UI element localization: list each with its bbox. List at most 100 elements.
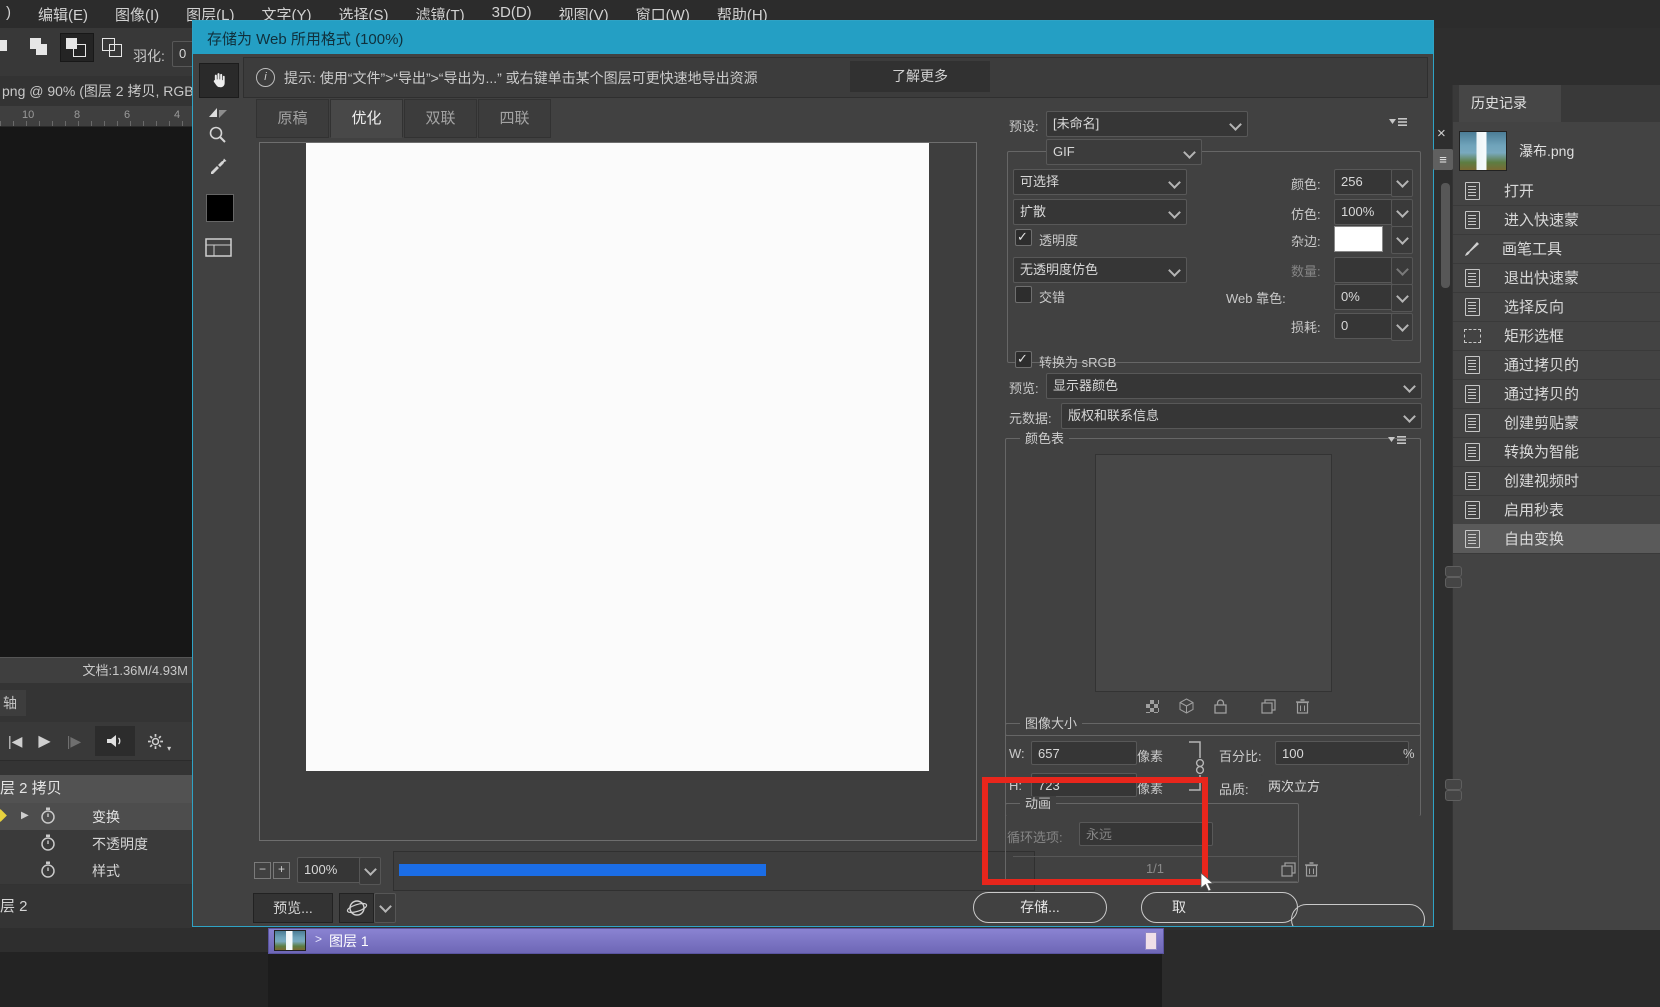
transparency-checkbox[interactable] [1015, 229, 1032, 246]
history-item[interactable]: 创建视频时 [1453, 466, 1660, 496]
quality-dropdown[interactable]: 两次立方 [1261, 774, 1399, 798]
speaker-icon[interactable] [95, 726, 135, 756]
prev-frame-icon[interactable]: |◀ [8, 733, 22, 750]
transparency-dither-dropdown[interactable]: 无透明度仿色 [1013, 257, 1187, 283]
history-item[interactable]: 退出快速蒙 [1453, 263, 1660, 293]
menu-item-edit[interactable]: 编辑(E) [38, 0, 88, 25]
width-input[interactable]: 657 [1031, 741, 1137, 765]
matte-swatch[interactable] [1334, 226, 1383, 252]
close-icon[interactable]: × [1437, 125, 1446, 142]
panel-menu-icon[interactable] [1389, 117, 1407, 127]
timeline-layer-header[interactable]: 层 2 拷贝 [0, 775, 192, 803]
format-dropdown[interactable]: GIF [1046, 139, 1202, 165]
history-item[interactable]: 启用秒表 [1453, 495, 1660, 525]
list-menu-icon[interactable]: ≡ [1433, 149, 1453, 170]
duplicate-frame-icon[interactable] [1281, 862, 1296, 877]
history-snapshot-row[interactable]: 瀑布.png [1453, 128, 1660, 174]
timeline-tab[interactable]: 轴 [0, 690, 26, 716]
slice-select-icon[interactable] [207, 105, 229, 121]
eyedropper-color-swatch[interactable] [206, 194, 234, 222]
browser-preview-dropdown-button[interactable] [374, 893, 396, 923]
trash-icon[interactable] [1305, 862, 1318, 877]
history-item[interactable]: 矩形选框 [1453, 321, 1660, 351]
subtract-selection-icon[interactable] [60, 33, 94, 62]
zoom-in-button[interactable]: + [273, 862, 290, 879]
intersect-selection-icon[interactable] [100, 36, 126, 58]
new-item-icon[interactable] [1261, 699, 1276, 714]
document-tab[interactable]: png @ 90% (图层 2 拷贝, RGB [0, 76, 192, 106]
metadata-dropdown[interactable]: 版权和联系信息 [1061, 403, 1422, 429]
percent-input[interactable]: 100 [1275, 741, 1409, 765]
colors-field[interactable]: 256 [1334, 169, 1393, 195]
tab-2up[interactable]: 双联 [404, 99, 477, 138]
lock-icon[interactable] [1214, 699, 1227, 714]
panel-menu-icon[interactable] [1388, 435, 1406, 445]
tab-history[interactable]: 历史记录 [1459, 85, 1561, 122]
tab-original[interactable]: 原稿 [256, 99, 329, 138]
history-item[interactable]: 通过拷贝的 [1453, 379, 1660, 409]
checker-icon[interactable] [1146, 700, 1159, 713]
expand-arrow-icon[interactable]: ▶ [21, 810, 29, 821]
tab-optimized[interactable]: 优化 [330, 99, 403, 138]
done-button-outline[interactable] [1291, 904, 1425, 927]
keyframe-diamond-icon[interactable] [0, 809, 7, 822]
dock-scrollbar[interactable] [1441, 183, 1450, 288]
cube-icon[interactable] [1179, 698, 1194, 714]
slice-toggle-icon[interactable] [205, 238, 233, 258]
history-item[interactable]: 进入快速蒙 [1453, 205, 1660, 235]
play-icon[interactable]: ▶ [38, 731, 50, 751]
timeline-track-transform[interactable]: ▶ 变换 [0, 803, 192, 831]
new-selection-icon[interactable] [0, 36, 14, 58]
add-to-selection-icon[interactable] [28, 36, 54, 58]
learn-more-button[interactable]: 了解更多 [850, 61, 990, 92]
gear-icon[interactable]: ▾ [147, 733, 164, 750]
trash-icon[interactable] [1296, 699, 1309, 714]
history-item[interactable]: 创建剪贴蒙 [1453, 408, 1660, 438]
preview-canvas[interactable] [306, 143, 929, 771]
lossy-field[interactable]: 0 [1334, 313, 1393, 339]
preview-button[interactable]: 预览... [253, 893, 333, 923]
stopwatch-icon[interactable] [40, 861, 56, 879]
color-reduction-dropdown[interactable]: 可选择 [1013, 169, 1187, 195]
browser-preview-button[interactable] [339, 893, 374, 923]
chevron-right-icon[interactable]: > [315, 932, 322, 946]
matte-dropdown-button[interactable] [1391, 226, 1413, 254]
save-button[interactable]: 存储... [973, 892, 1107, 923]
history-item-selected[interactable]: 自由变换 [1453, 524, 1660, 554]
dialog-title-bar[interactable]: 存储为 Web 所用格式 (100%) [193, 21, 1433, 54]
srgb-checkbox[interactable] [1015, 351, 1032, 368]
interlaced-checkbox[interactable] [1015, 286, 1032, 303]
panel-grip[interactable] [1445, 779, 1462, 790]
history-item[interactable]: 画笔工具 [1453, 234, 1660, 264]
preset-dropdown[interactable]: [未命名] [1046, 111, 1248, 137]
zoom-level-dropdown-button[interactable] [359, 857, 381, 885]
zoom-tool-icon[interactable] [208, 125, 228, 145]
timeline-track-opacity[interactable]: 不透明度 [0, 830, 192, 858]
layer1-track-bar[interactable]: > 图层 1 [268, 928, 1164, 954]
history-item[interactable]: 打开 [1453, 176, 1660, 206]
history-item[interactable]: 转换为智能 [1453, 437, 1660, 467]
history-item[interactable]: 选择反向 [1453, 292, 1660, 322]
color-table-swatch-area[interactable] [1095, 454, 1332, 692]
eyedropper-icon[interactable] [208, 155, 228, 175]
lossy-dropdown-button[interactable] [1391, 313, 1413, 341]
history-item[interactable]: 通过拷贝的 [1453, 350, 1660, 380]
layer-2-label[interactable]: 层 2 [0, 895, 28, 916]
web-snap-dropdown-button[interactable] [1391, 284, 1413, 312]
zoom-out-button[interactable]: − [254, 862, 271, 879]
stopwatch-icon[interactable] [40, 807, 56, 825]
panel-grip[interactable] [1445, 790, 1462, 801]
cancel-button[interactable]: 取 [1141, 892, 1298, 923]
zoom-level-field[interactable]: 100% [297, 857, 363, 883]
panel-grip[interactable] [1445, 566, 1462, 577]
dither-method-dropdown[interactable]: 扩散 [1013, 199, 1187, 225]
dither-dropdown-button[interactable] [1391, 199, 1413, 227]
menu-item-3d[interactable]: 3D(D) [492, 0, 532, 21]
stopwatch-icon[interactable] [40, 834, 56, 852]
tab-4up[interactable]: 四联 [478, 99, 551, 138]
timeline-track-style[interactable]: 样式 [0, 857, 192, 885]
dither-field[interactable]: 100% [1334, 199, 1393, 225]
next-frame-icon[interactable]: |▶ [67, 733, 81, 750]
colors-dropdown-button[interactable] [1391, 169, 1413, 197]
menu-item-image[interactable]: 图像(I) [115, 0, 159, 25]
